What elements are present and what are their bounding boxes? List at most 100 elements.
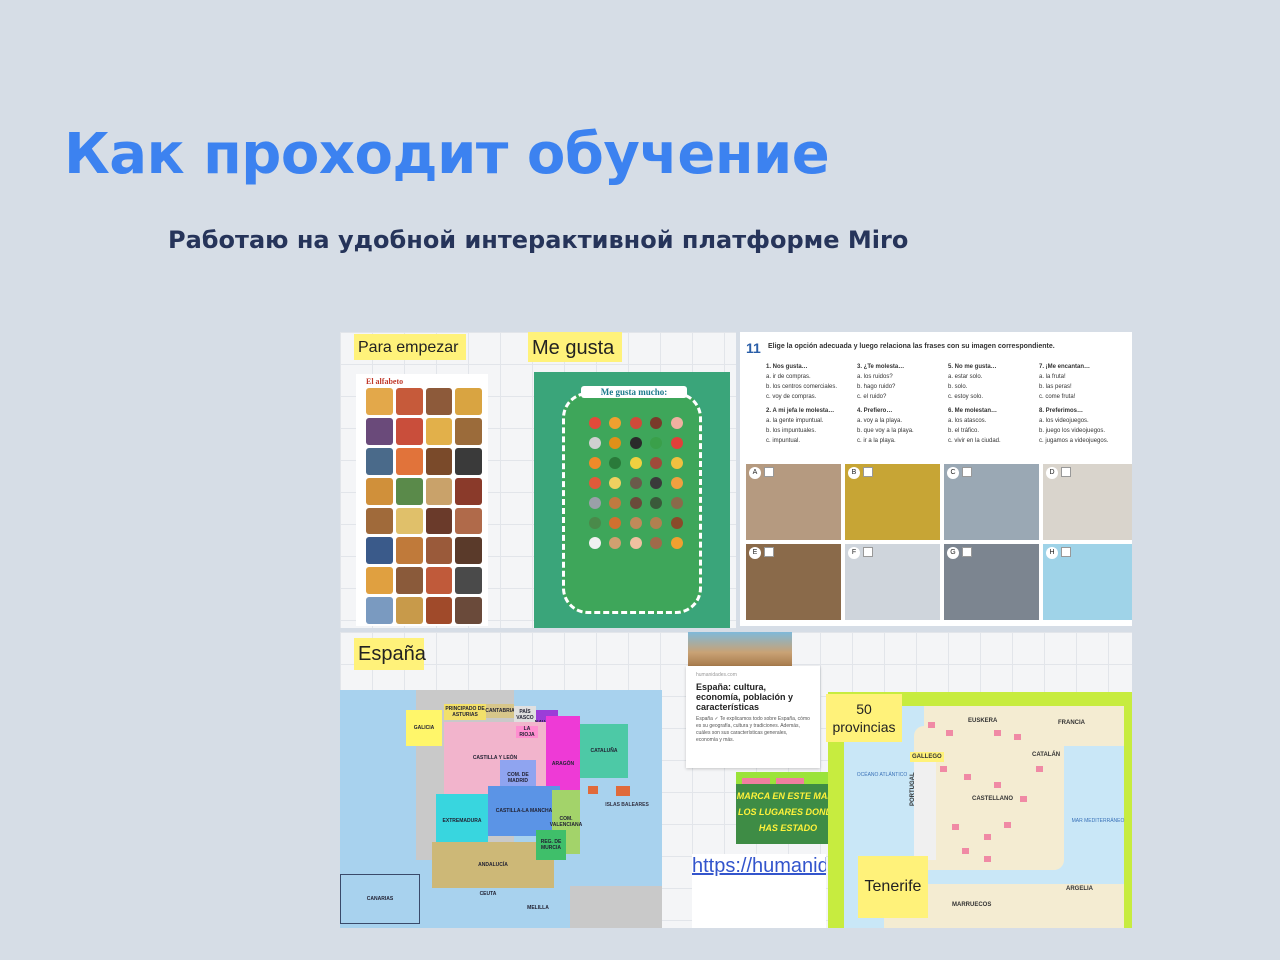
- region-asturias[interactable]: PRINCIPADO DE ASTURIAS: [444, 704, 486, 720]
- sticky-note-50-provincias[interactable]: 50 provincias: [826, 694, 902, 742]
- region-ceuta[interactable]: CEUTA: [474, 888, 502, 900]
- alphabet-title: El alfabeto: [366, 377, 404, 386]
- exercise-photo-grid: A B C D E F G H: [746, 464, 1132, 620]
- humanidades-link[interactable]: https://humanidades.com/espan: [692, 854, 826, 928]
- exercise-question: 4. Prefiero…: [857, 408, 893, 414]
- label-mediterraneo: MAR MEDITERRÁNEO: [1071, 818, 1125, 824]
- card-body: España ✓ Te explicamos todo sobre España…: [696, 716, 810, 743]
- exercise-option: c. estoy solo.: [948, 394, 984, 400]
- exercise-option: a. ir de compras.: [766, 374, 811, 380]
- exercise-question: 3. ¿Te molesta…: [857, 364, 905, 370]
- exercise-option: b. hago ruido?: [857, 384, 896, 390]
- region-murcia[interactable]: REG. DE MURCIA: [536, 830, 566, 860]
- link-preview-card[interactable]: humanidades.com España: cultura, economí…: [686, 666, 820, 768]
- label-catalan: CATALÁN: [1032, 752, 1061, 758]
- label-euskera: EUSKERA: [968, 718, 998, 724]
- sticky-note-espana[interactable]: España: [354, 638, 426, 670]
- exercise-photo[interactable]: E: [746, 544, 841, 620]
- exercise-option: a. voy a la playa.: [857, 418, 903, 424]
- exercise-question: 7. ¡Me encantan…: [1039, 364, 1091, 370]
- sticky-note-para-empezar[interactable]: Para empezar: [354, 334, 466, 360]
- region-cantabria[interactable]: CANTABRIA: [485, 704, 515, 718]
- exercise-option: b. los centros comerciales.: [766, 384, 838, 390]
- exercise-photo[interactable]: G: [944, 544, 1039, 620]
- exercise-option: c. el ruido?: [857, 394, 887, 400]
- exercise-photo[interactable]: F: [845, 544, 940, 620]
- spain-regions-map[interactable]: GALICIA PRINCIPADO DE ASTURIAS CANTABRIA…: [340, 690, 662, 928]
- exercise-questions: 1. Nos gusta… a. ir de compras. b. los cen…: [766, 362, 1130, 446]
- exercise-option: c. ir a la playa.: [857, 438, 896, 444]
- photo-checkbox[interactable]: [1061, 547, 1071, 557]
- article-thumbnail: [688, 632, 792, 666]
- label-argelia: ARGELIA: [1066, 886, 1093, 892]
- label-oceano: OCÉANO ATLÁNTICO: [856, 772, 908, 778]
- region-galicia[interactable]: GALICIA: [406, 710, 442, 746]
- label-marruecos: MARRUECOS: [952, 902, 992, 908]
- card-domain: humanidades.com: [696, 672, 737, 678]
- region-melilla[interactable]: MELILLA: [522, 902, 554, 914]
- marca-instruction[interactable]: MARCA EN ESTE MAPA LOS LUGARES DONDE HAS…: [736, 784, 840, 844]
- region-baleares[interactable]: ISLAS BALEARES: [602, 798, 652, 812]
- exercise-option: a. la gente impuntual.: [766, 418, 824, 424]
- exercise-option: b. el tráfico.: [948, 428, 980, 434]
- me-gusta-heading: Me gusta mucho:: [581, 386, 687, 398]
- photo-letter: C: [947, 467, 959, 479]
- exercise-option: a. los videojuegos.: [1039, 418, 1089, 424]
- exercise-option: c. vivir en la ciudad.: [948, 438, 1001, 444]
- exercise-option: a. los atascos.: [948, 418, 987, 424]
- exercise-option: b. juego los videojuegos.: [1039, 428, 1106, 434]
- photo-letter: G: [947, 547, 959, 559]
- miro-board-vocabulary[interactable]: Para empezar Me gusta El alfabeto Me gus…: [340, 332, 736, 628]
- exercise-photo[interactable]: C: [944, 464, 1039, 540]
- slide-subtitle: Работаю на удобной интерактивной платфор…: [168, 226, 909, 254]
- exercise-option: c. impuntual.: [766, 438, 801, 444]
- football-pitch: [562, 392, 702, 614]
- exercise-question: 5. No me gusta…: [948, 364, 997, 370]
- exercise-option: b. solo.: [948, 384, 968, 390]
- photo-checkbox[interactable]: [863, 547, 873, 557]
- label-portugal: PORTUGAL: [910, 772, 916, 806]
- photo-checkbox[interactable]: [962, 547, 972, 557]
- emoji-grid: [589, 417, 685, 549]
- exercise-worksheet[interactable]: 11 Elige la opción adecuada y luego rela…: [740, 332, 1132, 626]
- photo-checkbox[interactable]: [764, 467, 774, 477]
- exercise-column: 3. ¿Te molesta… a. los ruidos? b. hago rui…: [857, 362, 948, 446]
- exercise-option: a. la fruta!: [1039, 374, 1066, 380]
- region-castilla-la-mancha[interactable]: CASTILLA-LA MANCHA: [488, 786, 560, 836]
- exercise-option: a. los ruidos?: [857, 374, 893, 380]
- exercise-number: 11: [746, 340, 761, 356]
- exercise-photo[interactable]: B: [845, 464, 940, 540]
- exercise-option: c. voy de compras.: [766, 394, 817, 400]
- photo-checkbox[interactable]: [863, 467, 873, 477]
- exercise-question: 6. Me molestan…: [948, 408, 998, 414]
- exercise-question: 8. Preferimos…: [1039, 408, 1084, 414]
- exercise-option: c. come fruta!: [1039, 394, 1076, 400]
- exercise-photo[interactable]: A: [746, 464, 841, 540]
- photo-letter: H: [1046, 547, 1058, 559]
- region-canarias[interactable]: CANARIAS: [340, 874, 420, 924]
- exercise-option: b. las peras!: [1039, 384, 1072, 390]
- exercise-option: c. jugamos a videojuegos.: [1039, 438, 1109, 444]
- exercise-photo[interactable]: D: [1043, 464, 1132, 540]
- alphabet-grid: [366, 388, 482, 624]
- miro-board-espana[interactable]: GALICIA PRINCIPADO DE ASTURIAS CANTABRIA…: [340, 632, 1132, 928]
- photo-checkbox[interactable]: [764, 547, 774, 557]
- photo-letter: F: [848, 547, 860, 559]
- label-francia: FRANCIA: [1058, 720, 1085, 726]
- sticky-note-me-gusta[interactable]: Me gusta: [528, 332, 622, 362]
- exercise-column: 1. Nos gusta… a. ir de compras. b. los cen…: [766, 362, 857, 446]
- region-la-rioja[interactable]: LA RIOJA: [516, 726, 538, 738]
- exercise-option: a. estar solo.: [948, 374, 983, 380]
- photo-checkbox[interactable]: [1061, 467, 1071, 477]
- exercise-photo[interactable]: H: [1043, 544, 1132, 620]
- alphabet-worksheet[interactable]: El alfabeto: [356, 374, 488, 626]
- photo-checkbox[interactable]: [962, 467, 972, 477]
- photo-letter: B: [848, 467, 860, 479]
- exercise-column: 5. No me gusta… a. estar solo. b. solo. c. …: [948, 362, 1039, 446]
- exercise-instruction: Elige la opción adecuada y luego relacio…: [768, 343, 1055, 350]
- sticky-note-tenerife[interactable]: Tenerife: [858, 856, 928, 918]
- region-extremadura[interactable]: EXTREMADURA: [436, 794, 488, 848]
- exercise-column: 7. ¡Me encantan… a. la fruta! b. las peras…: [1039, 362, 1130, 446]
- me-gusta-activity[interactable]: Me gusta mucho:: [534, 372, 730, 628]
- region-cataluna[interactable]: CATALUÑA: [580, 724, 628, 778]
